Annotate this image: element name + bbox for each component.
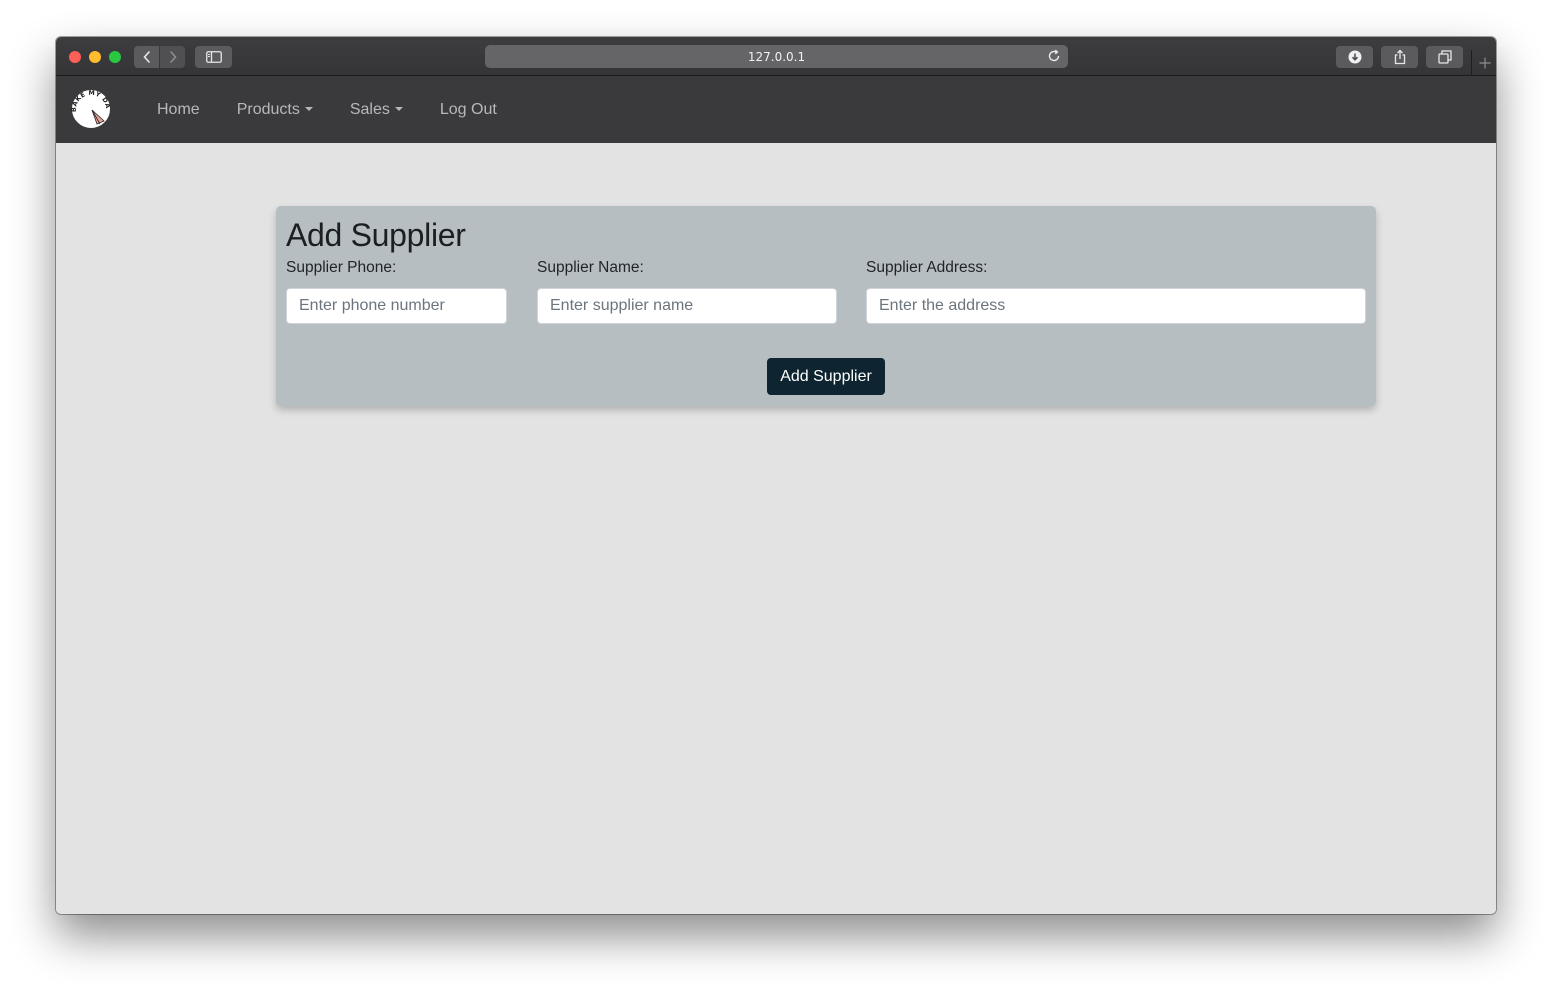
nav-products-label: Products (236, 100, 300, 118)
caret-down-icon (394, 106, 403, 111)
address-bar[interactable]: 127.0.0.1 (485, 45, 1068, 68)
browser-titlebar: 127.0.0.1 (56, 37, 1496, 76)
nav-home-label: Home (157, 100, 200, 118)
supplier-name-label: Supplier Name: (537, 259, 644, 276)
reload-icon[interactable] (1047, 49, 1061, 63)
supplier-address-input[interactable] (866, 288, 1366, 324)
supplier-address-label: Supplier Address: (866, 259, 988, 276)
nav-logout-label: Log Out (439, 100, 497, 118)
page-content: Add Supplier Supplier Phone: Supplier Na… (56, 143, 1496, 914)
form-title: Add Supplier (286, 217, 466, 253)
nav-home-link[interactable]: Home (157, 101, 200, 119)
chevron-left-icon (142, 51, 150, 63)
nav-sales-dropdown[interactable]: Sales (350, 101, 403, 119)
sidebar-icon (205, 51, 222, 63)
chevron-right-icon (169, 51, 177, 63)
download-icon (1348, 50, 1361, 64)
supplier-name-input[interactable] (537, 288, 837, 324)
new-tab-button[interactable] (1471, 50, 1496, 75)
sidebar-toggle-button[interactable] (195, 46, 232, 68)
nav-sales-label: Sales (349, 100, 390, 118)
maximize-window-button[interactable] (109, 51, 121, 63)
close-window-button[interactable] (69, 51, 81, 63)
share-icon (1394, 49, 1405, 65)
browser-window: 127.0.0.1 BAKE MY DAY (56, 37, 1496, 914)
share-button[interactable] (1381, 46, 1418, 68)
nav-products-dropdown[interactable]: Products (237, 101, 313, 119)
show-tabs-button[interactable] (1426, 46, 1463, 68)
add-supplier-card: Add Supplier Supplier Phone: Supplier Na… (276, 206, 1376, 406)
forward-button[interactable] (160, 46, 185, 68)
bake-my-day-logo[interactable]: BAKE MY DAY (70, 88, 112, 130)
nav-menu: Home Products Sales Log Out (157, 76, 534, 143)
downloads-button[interactable] (1336, 46, 1373, 68)
caret-down-icon (304, 106, 313, 111)
minimize-window-button[interactable] (89, 51, 101, 63)
add-supplier-button[interactable]: Add Supplier (767, 358, 885, 395)
supplier-phone-input[interactable] (286, 288, 507, 324)
tabs-overview-icon (1437, 50, 1452, 64)
address-url: 127.0.0.1 (747, 50, 806, 64)
supplier-phone-label: Supplier Phone: (286, 259, 397, 276)
back-button[interactable] (134, 46, 159, 68)
plus-icon (1479, 57, 1490, 68)
nav-logout-link[interactable]: Log Out (440, 101, 497, 119)
site-navbar: BAKE MY DAY Home Products Sales Log Out (56, 76, 1496, 143)
